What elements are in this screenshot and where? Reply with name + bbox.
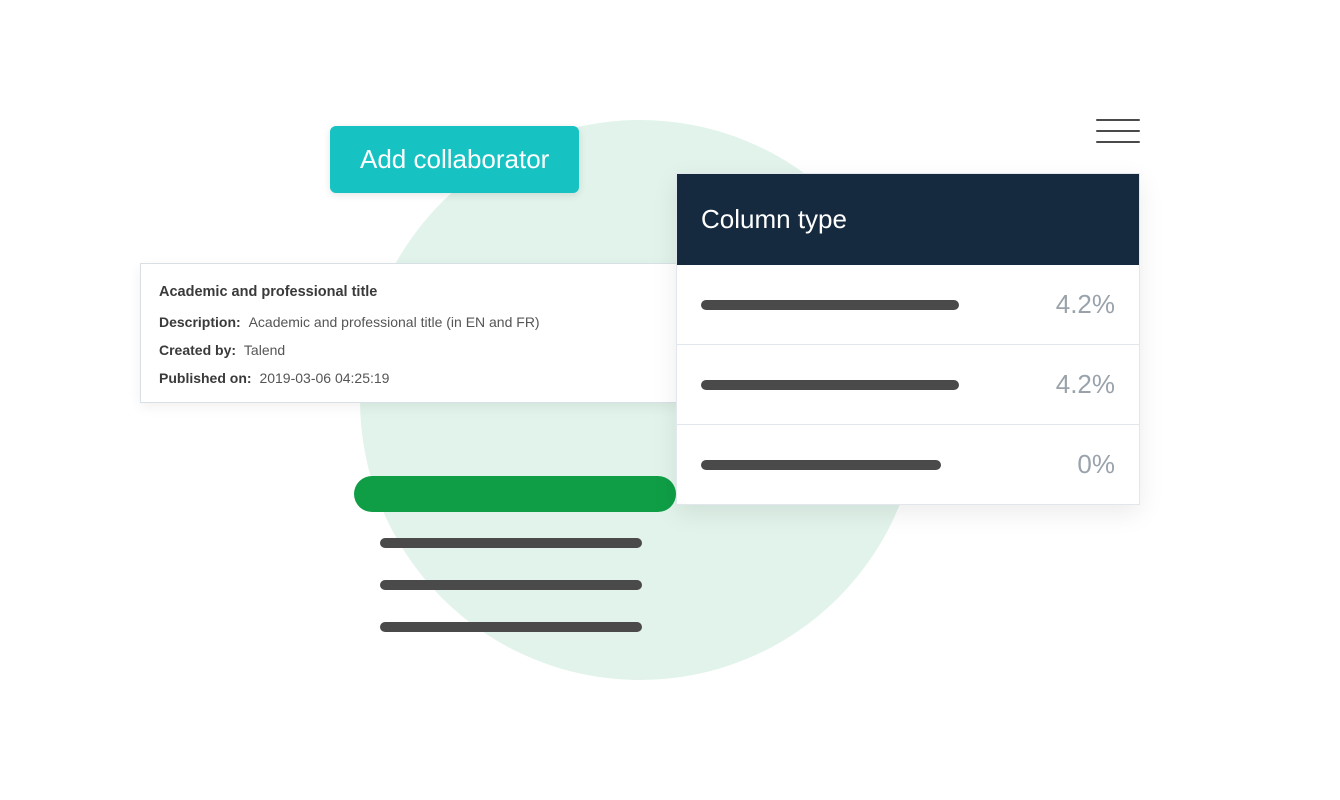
row-label-placeholder xyxy=(701,460,941,470)
info-row-description: Description: Academic and professional t… xyxy=(159,314,661,330)
info-row-published-on: Published on: 2019-03-06 04:25:19 xyxy=(159,370,661,386)
published-on-value: 2019-03-06 04:25:19 xyxy=(259,370,389,386)
info-card-title: Academic and professional title xyxy=(159,284,661,300)
created-by-value: Talend xyxy=(244,342,285,358)
column-type-row: 4.2% xyxy=(677,265,1139,345)
placeholder-lines xyxy=(380,538,642,632)
info-row-created-by: Created by: Talend xyxy=(159,342,661,358)
row-label-placeholder xyxy=(701,380,959,390)
column-type-title: Column type xyxy=(677,174,1139,265)
published-on-label: Published on: xyxy=(159,370,252,386)
add-collaborator-button[interactable]: Add collaborator xyxy=(330,126,579,193)
row-percent: 4.2% xyxy=(1035,289,1115,320)
row-label-placeholder xyxy=(701,300,959,310)
description-value: Academic and professional title (in EN a… xyxy=(249,314,540,330)
placeholder-line xyxy=(380,580,642,590)
description-label: Description: xyxy=(159,314,241,330)
row-percent: 0% xyxy=(1035,449,1115,480)
column-type-panel: Column type 4.2% 4.2% 0% xyxy=(676,173,1140,505)
placeholder-line xyxy=(380,538,642,548)
info-card: Academic and professional title Descript… xyxy=(140,263,680,403)
created-by-label: Created by: xyxy=(159,342,236,358)
menu-icon[interactable] xyxy=(1096,110,1140,152)
progress-pill xyxy=(354,476,676,512)
column-type-row: 4.2% xyxy=(677,345,1139,425)
row-percent: 4.2% xyxy=(1035,369,1115,400)
column-type-row: 0% xyxy=(677,425,1139,504)
placeholder-line xyxy=(380,622,642,632)
